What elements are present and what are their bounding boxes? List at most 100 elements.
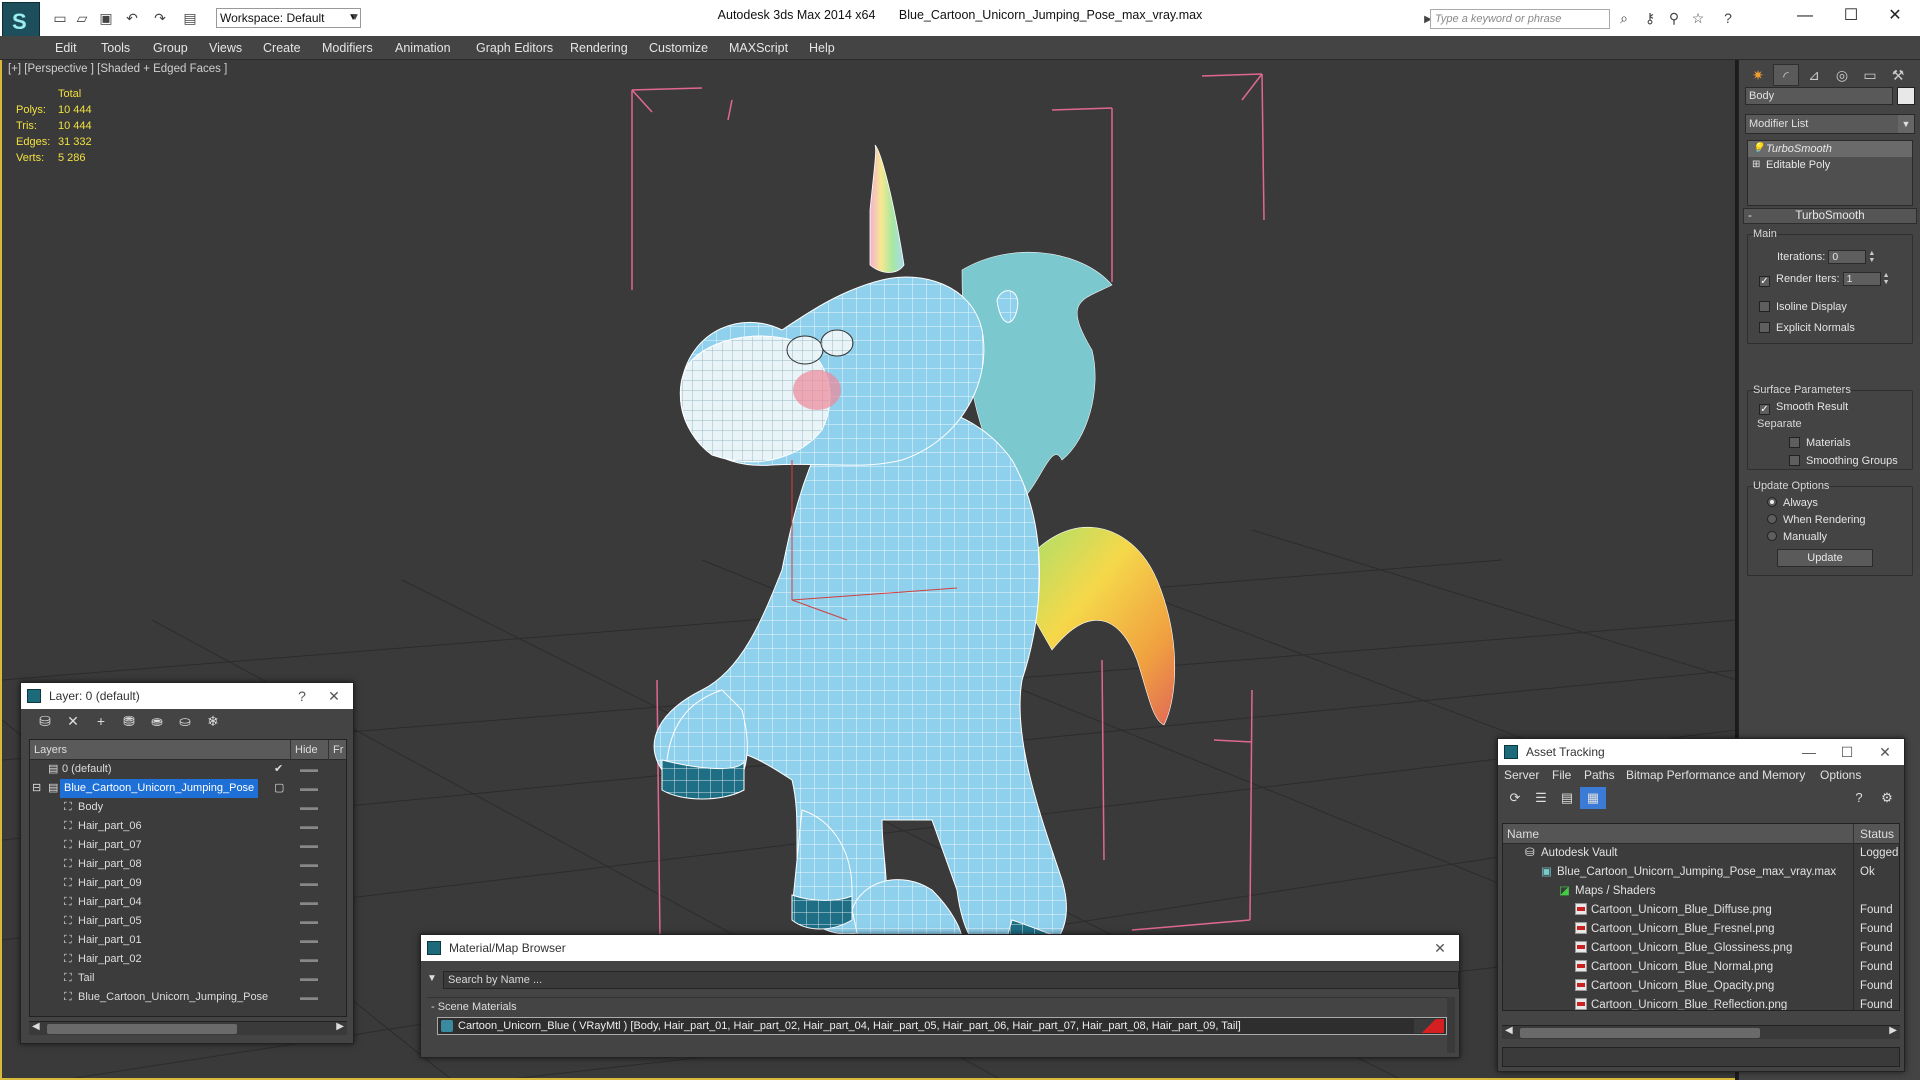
- modifier-list-dropdown[interactable]: Modifier List ▼: [1745, 114, 1915, 134]
- layer-object-row[interactable]: ⛶ Hair_part_05 ▬▬: [30, 912, 346, 931]
- customize-quick-access-icon[interactable]: ▼: [345, 8, 365, 28]
- stack-item-turbosmooth[interactable]: 💡 TurboSmooth: [1748, 141, 1912, 157]
- hide-toggle[interactable]: ▬▬: [300, 855, 318, 874]
- turbosmooth-rollout-header[interactable]: - TurboSmooth: [1743, 208, 1917, 224]
- new-file-icon[interactable]: ▭: [50, 8, 70, 28]
- collapse-icon[interactable]: ⊟: [32, 779, 41, 798]
- spinner-arrows-icon[interactable]: ▲ ▼: [1883, 272, 1890, 286]
- close-icon[interactable]: ✕: [1425, 935, 1455, 961]
- layer-object-row[interactable]: ⛶ Hair_part_09 ▬▬: [30, 874, 346, 893]
- lightbulb-icon[interactable]: 💡: [1752, 141, 1764, 157]
- stack-item-editable-poly[interactable]: ⊞ Editable Poly: [1748, 157, 1912, 173]
- hide-all-layers-icon[interactable]: ⛀: [171, 713, 199, 730]
- minimize-icon[interactable]: —: [1794, 739, 1824, 765]
- layer-window-titlebar[interactable]: Layer: 0 (default) ? ✕: [21, 683, 353, 709]
- layer-object-row[interactable]: ⛶ Tail ▬▬: [30, 969, 346, 988]
- material-list-item[interactable]: Cartoon_Unicorn_Blue ( VRayMtl ) [Body, …: [437, 1017, 1447, 1035]
- when-rendering-radio[interactable]: [1767, 514, 1777, 524]
- scroll-left-icon[interactable]: ◀: [1505, 1025, 1513, 1036]
- select-in-layer-icon[interactable]: ⛃: [115, 713, 143, 730]
- hide-toggle[interactable]: ▬▬: [300, 798, 318, 817]
- hide-toggle[interactable]: ▬▬: [300, 874, 318, 893]
- project-folder-icon[interactable]: ▤: [180, 8, 200, 28]
- layer-object-row[interactable]: ⛶ Hair_part_04 ▬▬: [30, 893, 346, 912]
- save-file-icon[interactable]: ▣: [96, 8, 116, 28]
- asset-menu-options[interactable]: Options: [1820, 765, 1861, 785]
- layer-object-row[interactable]: ⛶ Hair_part_02 ▬▬: [30, 950, 346, 969]
- asset-row[interactable]: Cartoon_Unicorn_Blue_Glossiness.png Found: [1503, 939, 1899, 958]
- motion-tab-icon[interactable]: ◎: [1829, 64, 1855, 86]
- col-freeze[interactable]: Fr: [328, 740, 343, 760]
- render-iters-spinner[interactable]: 1: [1842, 272, 1881, 287]
- col-layers[interactable]: Layers: [34, 740, 67, 760]
- display-tab-icon[interactable]: ▭: [1857, 64, 1883, 86]
- scene-materials-group[interactable]: - Scene Materials: [427, 997, 1453, 1015]
- refresh-icon[interactable]: ⟳: [1502, 787, 1528, 809]
- manually-radio[interactable]: [1767, 531, 1777, 541]
- render-iters-checkbox[interactable]: ✓: [1759, 276, 1770, 287]
- menu-group[interactable]: Group: [153, 36, 188, 60]
- detail-view-icon[interactable]: ▤: [1554, 787, 1580, 809]
- scroll-right-icon[interactable]: ▶: [336, 1021, 344, 1032]
- utilities-tab-icon[interactable]: ⚒: [1885, 64, 1911, 86]
- material-browser-titlebar[interactable]: Material/Map Browser ✕: [421, 935, 1459, 961]
- menu-edit[interactable]: Edit: [55, 36, 77, 60]
- modify-tab-icon[interactable]: ◜: [1773, 64, 1799, 86]
- asset-row[interactable]: ◪ Maps / Shaders: [1503, 882, 1899, 901]
- browser-options-icon[interactable]: ▼: [427, 973, 437, 984]
- col-hide[interactable]: Hide: [290, 740, 318, 760]
- layer-row-selected[interactable]: ⊟ ▤ Blue_Cartoon_Unicorn_Jumping_Pose ▢ ▬▬: [30, 779, 346, 798]
- layer-horizontal-scrollbar[interactable]: ◀ ▶: [29, 1021, 347, 1035]
- keyword-search-input[interactable]: Type a keyword or phrase: [1430, 9, 1610, 29]
- update-button[interactable]: Update: [1777, 549, 1873, 567]
- asset-row[interactable]: Cartoon_Unicorn_Blue_Normal.png Found: [1503, 958, 1899, 977]
- col-name[interactable]: Name: [1507, 824, 1539, 844]
- settings-icon[interactable]: ⚙: [1874, 787, 1900, 809]
- key-icon[interactable]: ⚷: [1640, 8, 1660, 28]
- open-file-icon[interactable]: ▱: [72, 8, 92, 28]
- minimize-icon[interactable]: —: [1782, 2, 1828, 30]
- hide-toggle[interactable]: ▬▬: [300, 931, 318, 950]
- layer-object-row[interactable]: ⛶ Blue_Cartoon_Unicorn_Jumping_Pose ▬▬: [30, 988, 346, 1007]
- asset-tracking-titlebar[interactable]: Asset Tracking — ☐ ✕: [1498, 739, 1904, 765]
- close-icon[interactable]: ✕: [1872, 2, 1918, 30]
- help-icon[interactable]: ?: [1846, 787, 1872, 809]
- hierarchy-tab-icon[interactable]: ⊿: [1801, 64, 1827, 86]
- create-tab-icon[interactable]: ✷: [1745, 64, 1771, 86]
- hide-toggle[interactable]: ▬▬: [300, 893, 318, 912]
- asset-horizontal-scrollbar[interactable]: ◀ ▶: [1502, 1025, 1900, 1039]
- spinner-arrows-icon[interactable]: ▲ ▼: [1868, 250, 1875, 264]
- highlight-layer-icon[interactable]: ⛂: [143, 713, 171, 730]
- help-icon[interactable]: ?: [1718, 8, 1738, 28]
- scroll-left-icon[interactable]: ◀: [32, 1021, 40, 1032]
- app-menu-button[interactable]: S: [2, 2, 40, 40]
- binoculars-icon[interactable]: ⌕: [1614, 8, 1634, 28]
- new-layer-icon[interactable]: ⛁: [31, 713, 59, 730]
- hide-toggle[interactable]: ▬▬: [300, 950, 318, 969]
- layer-object-row[interactable]: ⛶ Hair_part_07 ▬▬: [30, 836, 346, 855]
- hide-toggle[interactable]: ▬▬: [300, 760, 318, 779]
- asset-row[interactable]: Cartoon_Unicorn_Blue_Diffuse.png Found: [1503, 901, 1899, 920]
- smoothing-groups-checkbox[interactable]: [1789, 455, 1800, 466]
- hide-toggle[interactable]: ▬▬: [300, 779, 318, 798]
- asset-menu-server[interactable]: Server: [1504, 765, 1539, 785]
- asset-menu-paths[interactable]: Paths: [1584, 765, 1615, 785]
- menu-create[interactable]: Create: [263, 36, 301, 60]
- asset-menu-bitmap-performance[interactable]: Bitmap Performance and Memory: [1626, 765, 1805, 785]
- iterations-spinner[interactable]: 0: [1828, 250, 1867, 265]
- hide-toggle[interactable]: ▬▬: [300, 988, 318, 1007]
- favorites-star-icon[interactable]: ☆: [1688, 8, 1708, 28]
- scroll-right-icon[interactable]: ▶: [1889, 1025, 1897, 1036]
- menu-customize[interactable]: Customize: [649, 36, 708, 60]
- smooth-result-checkbox[interactable]: ✓: [1759, 404, 1770, 415]
- menu-rendering[interactable]: Rendering: [570, 36, 628, 60]
- maximize-icon[interactable]: ☐: [1832, 739, 1862, 765]
- expand-plus-icon[interactable]: ⊞: [1752, 157, 1760, 173]
- menu-maxscript[interactable]: MAXScript: [729, 36, 788, 60]
- list-view-icon[interactable]: ☰: [1528, 787, 1554, 809]
- layer-row[interactable]: ▤ 0 (default) ✔ ▬▬: [30, 760, 346, 779]
- menu-graph-editors[interactable]: Graph Editors: [476, 36, 553, 60]
- asset-path-field[interactable]: [1502, 1047, 1900, 1067]
- layer-object-row[interactable]: ⛶ Hair_part_08 ▬▬: [30, 855, 346, 874]
- layer-object-row[interactable]: ⛶ Hair_part_06 ▬▬: [30, 817, 346, 836]
